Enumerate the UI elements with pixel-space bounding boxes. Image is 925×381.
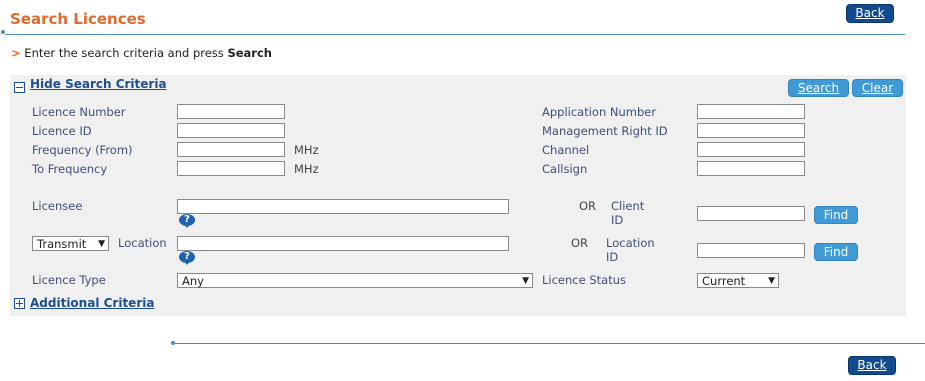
licence-status-label: Licence Status: [542, 273, 626, 287]
instruction-text: > Enter the search criteria and press Se…: [11, 46, 272, 60]
licensee-input[interactable]: [177, 199, 509, 214]
location-or-label: OR: [571, 236, 589, 250]
management-right-id-input[interactable]: [697, 123, 805, 138]
frequency-from-unit: MHz: [294, 143, 319, 157]
chevron-right-icon: >: [11, 46, 21, 60]
to-frequency-label: To Frequency: [32, 162, 108, 176]
licence-id-label: Licence ID: [32, 124, 92, 138]
location-label: Location: [118, 236, 167, 250]
client-id-label-line2: ID: [611, 213, 624, 227]
application-number-label: Application Number: [542, 105, 657, 119]
location-find-button[interactable]: Find: [814, 243, 858, 261]
to-frequency-unit: MHz: [294, 162, 319, 176]
location-mode-value: Transmit: [37, 237, 87, 251]
additional-criteria-link[interactable]: Additional Criteria: [30, 296, 154, 310]
client-id-input[interactable]: [697, 206, 805, 221]
licence-status-select[interactable]: Current ▼: [697, 273, 779, 288]
location-mode-select[interactable]: Transmit ▼: [32, 236, 109, 251]
licence-type-value: Any: [182, 274, 204, 288]
search-button[interactable]: Search: [788, 79, 849, 97]
management-right-id-label: Management Right ID: [542, 124, 668, 138]
header-divider: [5, 34, 905, 35]
page-title: Search Licences: [10, 10, 146, 28]
licence-number-label: Licence Number: [32, 105, 126, 119]
back-button-top[interactable]: Back: [846, 4, 894, 23]
clear-button[interactable]: Clear: [852, 79, 903, 97]
client-id-label-line1: Client: [611, 199, 645, 213]
footer-divider: [175, 343, 925, 344]
callsign-input[interactable]: [697, 161, 805, 176]
location-id-label-line2: ID: [606, 250, 619, 264]
application-number-input[interactable]: [697, 104, 805, 119]
channel-input[interactable]: [697, 142, 805, 157]
dropdown-arrow-icon: ▼: [768, 276, 775, 286]
licence-type-select[interactable]: Any ▼: [177, 273, 533, 288]
callsign-label: Callsign: [542, 162, 588, 176]
licence-id-input[interactable]: [177, 123, 285, 138]
channel-label: Channel: [542, 143, 590, 157]
frequency-from-label: Frequency (From): [32, 143, 133, 157]
to-frequency-input[interactable]: [177, 161, 285, 176]
instruction-prefix: Enter the search criteria and press: [24, 46, 228, 60]
collapse-icon[interactable]: [14, 82, 25, 93]
hide-search-criteria-link[interactable]: Hide Search Criteria: [30, 77, 167, 91]
client-or-label: OR: [579, 199, 597, 213]
location-id-input[interactable]: [697, 243, 805, 258]
expand-icon[interactable]: [14, 298, 25, 309]
client-find-button[interactable]: Find: [814, 206, 858, 224]
dropdown-arrow-icon: ▼: [98, 239, 105, 249]
dropdown-arrow-icon: ▼: [522, 276, 529, 286]
location-input[interactable]: [177, 236, 509, 251]
back-button-bottom[interactable]: Back: [848, 356, 896, 375]
frequency-from-input[interactable]: [177, 142, 285, 157]
location-id-label-line1: Location: [606, 236, 655, 250]
licensee-label: Licensee: [32, 199, 83, 213]
licence-type-label: Licence Type: [32, 273, 106, 287]
location-help-icon[interactable]: ?: [179, 251, 195, 265]
instruction-bold: Search: [227, 46, 272, 60]
licence-number-input[interactable]: [177, 104, 285, 119]
licensee-help-icon[interactable]: ?: [179, 214, 195, 228]
licence-status-value: Current: [702, 274, 746, 288]
